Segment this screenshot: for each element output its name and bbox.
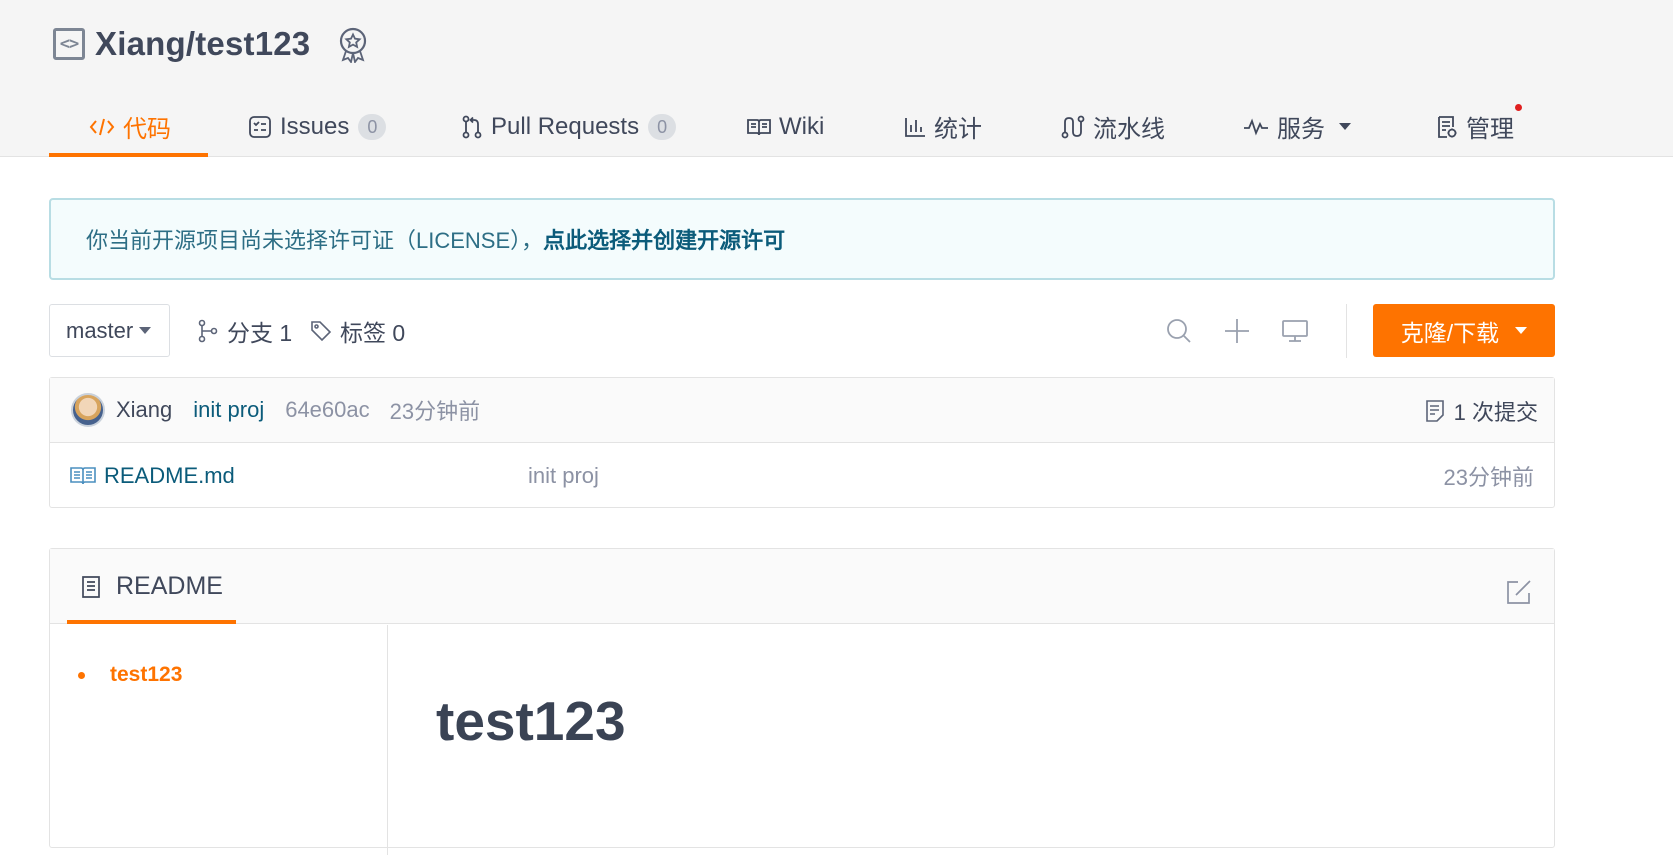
tab-readme[interactable]: README: [67, 549, 236, 624]
repo-tabs: 代码 Issues 0 Pull Requests 0 Wiki 统计 流水线 …: [49, 96, 1609, 157]
issues-count-badge: 0: [358, 113, 387, 140]
pulse-icon: [1243, 117, 1269, 137]
clone-download-label: 克隆/下载: [1400, 319, 1500, 346]
readme-panel: README test123 test123: [49, 548, 1555, 855]
latest-commit-row: Xiang init proj 64e60ac 23分钟前 1 次提交: [50, 378, 1554, 443]
tags-label: 标签 0: [340, 320, 406, 346]
bullet-icon: [78, 671, 85, 679]
tab-manage[interactable]: 管理: [1436, 96, 1522, 157]
tab-label: Pull Requests: [491, 112, 640, 140]
code-icon: <>: [53, 28, 85, 60]
chevron-down-icon: [1339, 123, 1351, 130]
repo-header: <> Xiang/test123 代码 Issues 0 Pull Reques…: [0, 0, 1673, 157]
chevron-down-icon: [1515, 327, 1528, 334]
repo-toolbar: master 分支 1 标签 0 克隆/下载: [49, 304, 1555, 358]
avatar[interactable]: [71, 393, 105, 427]
toc-item-label: test123: [110, 663, 183, 686]
tab-issues[interactable]: Issues 0: [248, 96, 387, 157]
tab-pull-requests[interactable]: Pull Requests 0: [461, 96, 677, 157]
book-icon: [747, 117, 771, 137]
commit-time: 23分钟前: [389, 399, 481, 424]
file-table: Xiang init proj 64e60ac 23分钟前 1 次提交 READ…: [49, 377, 1555, 508]
file-name: README.md: [104, 463, 235, 488]
tag-icon: [311, 321, 332, 342]
tab-services[interactable]: 服务: [1243, 96, 1351, 157]
commit-author[interactable]: Xiang: [116, 397, 172, 423]
pull-requests-count-badge: 0: [648, 113, 677, 140]
commit-count-link[interactable]: 1 次提交: [1425, 378, 1538, 443]
chevron-down-icon: [139, 327, 152, 334]
tab-stats[interactable]: 统计: [904, 96, 982, 157]
tab-label: Wiki: [779, 112, 825, 140]
book-icon: [70, 467, 96, 485]
active-tab-indicator: [49, 153, 208, 157]
tab-wiki[interactable]: Wiki: [747, 96, 824, 157]
tab-label: 代码: [123, 116, 171, 143]
license-notice: 你当前开源项目尚未选择许可证（LICENSE）， 点此选择并创建开源许可: [49, 198, 1555, 280]
document-icon: [82, 575, 100, 598]
tab-label: 流水线: [1093, 116, 1165, 143]
tab-label: 服务: [1277, 116, 1325, 143]
branches-label: 分支 1: [227, 320, 293, 346]
repo-name-link[interactable]: Xiang/test123: [95, 25, 310, 63]
code-icon: [89, 116, 115, 138]
branches-link[interactable]: 分支 1: [197, 304, 292, 358]
commit-message-link[interactable]: init proj: [193, 397, 264, 423]
pull-request-icon: [461, 115, 483, 139]
manage-icon: [1436, 115, 1458, 139]
notification-dot: [1515, 104, 1522, 111]
tab-pipeline[interactable]: 流水线: [1061, 96, 1165, 157]
active-tab-indicator: [67, 620, 236, 624]
branch-icon: [198, 319, 218, 343]
file-name-link[interactable]: README.md: [70, 463, 235, 489]
tab-label: Issues: [280, 112, 350, 140]
readme-toc: test123: [50, 625, 388, 855]
toolbar-divider: [1346, 304, 1347, 358]
table-row[interactable]: README.md init proj 23分钟前: [50, 444, 1554, 508]
toc-item[interactable]: test123: [78, 663, 182, 687]
add-file-icon[interactable]: [1222, 316, 1252, 346]
commit-count-label: 1 次提交: [1453, 399, 1538, 425]
pipeline-icon: [1061, 115, 1085, 139]
tags-link[interactable]: 标签 0: [310, 304, 405, 358]
clone-download-button[interactable]: 克隆/下载: [1373, 304, 1555, 357]
file-commit-message[interactable]: init proj: [528, 463, 599, 489]
file-commit-time: 23分钟前: [1443, 465, 1534, 490]
award-badge-icon[interactable]: [336, 25, 370, 63]
edit-icon[interactable]: [1506, 579, 1532, 605]
commit-hash-link[interactable]: 64e60ac: [285, 397, 369, 423]
tab-code[interactable]: 代码: [89, 96, 171, 157]
tab-label: 统计: [934, 116, 982, 143]
tab-label: 管理: [1466, 116, 1514, 143]
readme-header: README: [50, 549, 1554, 624]
branch-select-value: master: [66, 317, 134, 343]
create-license-link[interactable]: 点此选择并创建开源许可: [543, 223, 785, 255]
issues-icon: [248, 115, 272, 139]
repo-title-bar: <> Xiang/test123: [53, 22, 370, 66]
readme-heading: test123: [436, 690, 626, 752]
bar-chart-icon: [904, 116, 926, 138]
search-icon[interactable]: [1164, 316, 1194, 346]
branch-select[interactable]: master: [49, 304, 170, 357]
commit-history-icon: [1425, 399, 1444, 422]
web-ide-icon[interactable]: [1280, 316, 1310, 346]
license-notice-text: 你当前开源项目尚未选择许可证（LICENSE），: [86, 228, 544, 253]
readme-tab-label: README: [116, 572, 223, 600]
